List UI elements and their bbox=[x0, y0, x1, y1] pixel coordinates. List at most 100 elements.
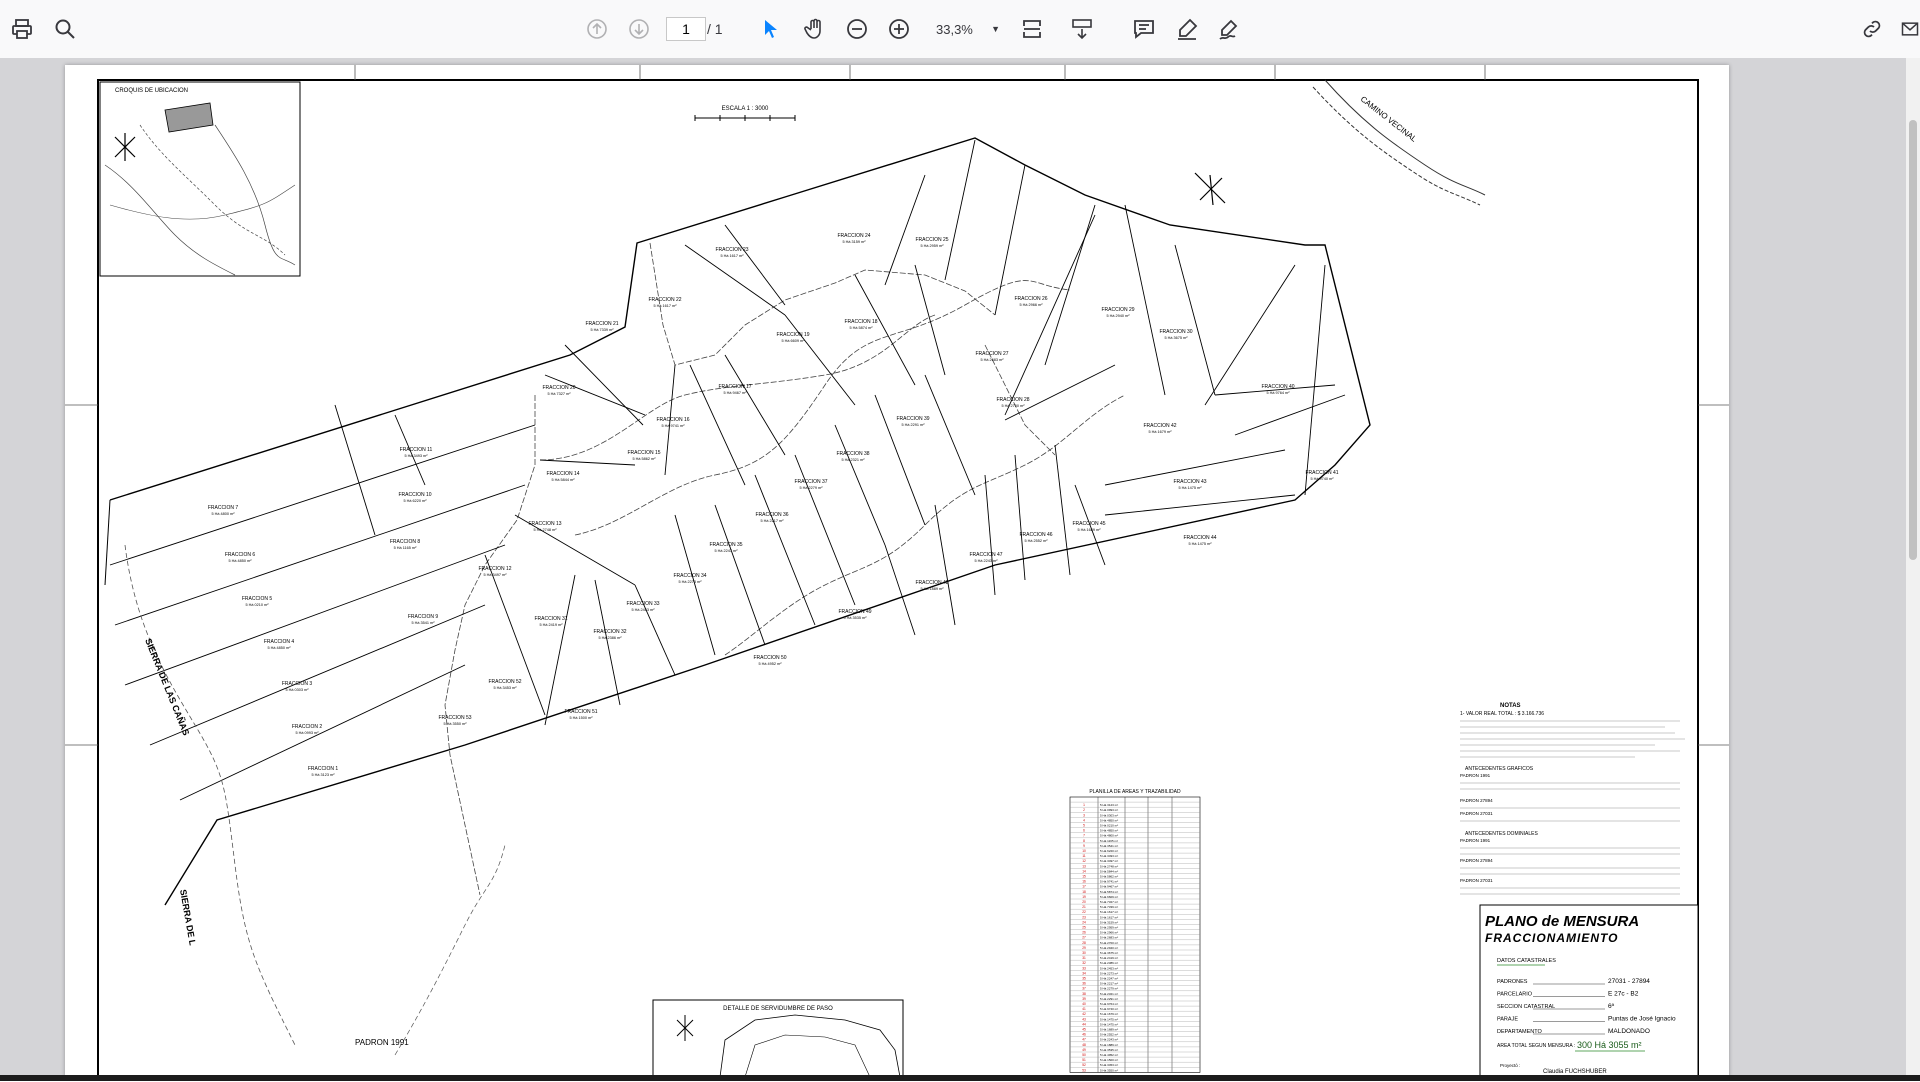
hand-icon[interactable] bbox=[800, 14, 830, 44]
table-row-number: 39 bbox=[1082, 997, 1086, 1001]
fraction-area: 5 Há 2291 m² bbox=[901, 423, 925, 427]
share-icon[interactable] bbox=[1857, 14, 1887, 44]
fraction-name: FRACCION 6 bbox=[225, 552, 256, 558]
table-row-number: 8 bbox=[1083, 839, 1085, 843]
fraction-area: 5 Há 6609 m² bbox=[781, 339, 805, 343]
fraction-area: 5 Há 4850 m² bbox=[267, 646, 291, 650]
table-row-number: 30 bbox=[1082, 951, 1086, 955]
fraction-area: 5 Há 1475 m² bbox=[1178, 486, 1202, 490]
fraction-name: FRACCION 18 bbox=[844, 319, 877, 325]
table-row-area: 5 Há 1679 m² bbox=[1100, 1012, 1118, 1016]
fraction-area: 5 Há 9467 m² bbox=[723, 391, 747, 395]
table-row-number: 28 bbox=[1082, 941, 1086, 945]
note-9: PADRON 27031 bbox=[1460, 878, 1493, 883]
scroll-mode-icon[interactable] bbox=[1067, 14, 1097, 44]
table-row-area: 5 Há 1617 m² bbox=[1100, 910, 1118, 914]
fraction-name: FRACCION 20 bbox=[542, 385, 575, 391]
fraction-area: 5 Há 2453 m² bbox=[631, 608, 655, 612]
zoom-in-icon[interactable] bbox=[884, 14, 914, 44]
table-row-area: 5 Há 0993 m² bbox=[1100, 808, 1118, 812]
table-row-number: 25 bbox=[1082, 926, 1086, 930]
fraction-area: 5 Há 9740 m² bbox=[1310, 477, 1334, 481]
page-number-input[interactable] bbox=[666, 17, 706, 41]
table-row-number: 12 bbox=[1082, 859, 1086, 863]
highlight-icon[interactable] bbox=[1172, 14, 1202, 44]
scrollbar-thumb[interactable] bbox=[1909, 120, 1917, 560]
table-row-area: 5 Há 1617 m² bbox=[1100, 915, 1118, 919]
sign-icon[interactable] bbox=[1214, 14, 1244, 44]
fold-marks bbox=[65, 65, 1729, 746]
table-row-area: 5 Há 2683 m² bbox=[1100, 936, 1118, 940]
arrow-down-icon[interactable] bbox=[624, 14, 654, 44]
table-row-number: 13 bbox=[1082, 864, 1086, 868]
vertical-scrollbar[interactable] bbox=[1906, 58, 1920, 1077]
table-row-number: 6 bbox=[1083, 829, 1085, 833]
chevron-down-icon: ▼ bbox=[991, 24, 1000, 34]
table-row-area: 5 Há 2279 m² bbox=[1100, 987, 1118, 991]
fraction-name: FRACCION 35 bbox=[709, 542, 742, 548]
fraction-area: 5 Há 3675 m² bbox=[1164, 336, 1188, 340]
zoom-out-icon[interactable] bbox=[842, 14, 872, 44]
pointer-icon[interactable] bbox=[756, 14, 786, 44]
document-viewer[interactable]: CROQUIS DE UBICACION ESCALA 1 : 3000 CAM… bbox=[0, 58, 1920, 1078]
table-row-area: 5 Há 3123 m² bbox=[1100, 803, 1118, 807]
fraction-area: 5 Há 3550 m² bbox=[443, 722, 467, 726]
table-row-number: 22 bbox=[1082, 910, 1086, 914]
table-row-number: 3 bbox=[1083, 813, 1085, 817]
scale-label: ESCALA 1 : 3000 bbox=[722, 106, 769, 112]
fraction-name: FRACCION 2 bbox=[292, 724, 323, 730]
comment-icon[interactable] bbox=[1129, 14, 1159, 44]
fit-page-icon[interactable] bbox=[1017, 14, 1047, 44]
table-row-area: 5 Há 2291 m² bbox=[1100, 997, 1118, 1001]
table-row-number: 7 bbox=[1083, 834, 1085, 838]
mail-icon[interactable] bbox=[1900, 14, 1920, 44]
road-label: CAMINO VECINAL bbox=[1359, 94, 1419, 144]
table-row-area: 5 Há 3497 m² bbox=[1100, 859, 1118, 863]
note-2: ANTECEDENTES GRAFICOS bbox=[1465, 766, 1534, 772]
zoom-select[interactable]: 33,3% ▼ bbox=[930, 17, 1000, 41]
table-row-area: 5 Há 7339 m² bbox=[1100, 905, 1118, 909]
table-row-area: 5 Há 3453 m² bbox=[1100, 1063, 1118, 1067]
fraction-name: FRACCION 37 bbox=[794, 479, 827, 485]
fraction-area: 5 Há 1165 m² bbox=[394, 546, 417, 550]
fraction-name: FRACCION 50 bbox=[753, 655, 786, 661]
table-row-area: 5 Há 2453 m² bbox=[1100, 966, 1118, 970]
fraction-name: FRACCION 12 bbox=[478, 566, 511, 572]
notes-title: NOTAS bbox=[1500, 703, 1521, 709]
table-row-area: 5 Há 1165 m² bbox=[1100, 839, 1118, 843]
fraction-name: FRACCION 25 bbox=[915, 237, 948, 243]
table-row-number: 53 bbox=[1082, 1068, 1086, 1072]
fraction-area: 5 Há 3493 m² bbox=[404, 454, 428, 458]
title-row-label: PADRONES bbox=[1497, 979, 1528, 985]
fraction-area: 5 Há 1500 m² bbox=[569, 716, 593, 720]
area-table: PLANILLA DE AREAS Y TRAZABILIDAD 1 5 Há 3… bbox=[1069, 789, 1201, 1073]
table-row-number: 36 bbox=[1082, 982, 1086, 986]
fraction-name: FRACCION 42 bbox=[1143, 423, 1176, 429]
fraction-area: 5 Há 0993 m² bbox=[295, 731, 319, 735]
print-icon[interactable] bbox=[7, 14, 37, 44]
table-row-area: 5 Há 2243 m² bbox=[1100, 1038, 1118, 1042]
fraction-area: 5 Há 1889 m² bbox=[920, 587, 944, 591]
fraction-name: FRACCION 1 bbox=[308, 766, 339, 772]
table-row-area: 5 Há 9740 m² bbox=[1100, 1007, 1118, 1011]
note-7: PADRON 1991 bbox=[1460, 838, 1491, 843]
table-row-area: 5 Há 2940 m² bbox=[1100, 946, 1118, 950]
fraction-name: FRACCION 44 bbox=[1183, 535, 1216, 541]
table-row-area: 5 Há 3675 m² bbox=[1100, 951, 1118, 955]
table-row-area: 5 Há 7327 m² bbox=[1100, 900, 1118, 904]
search-icon[interactable] bbox=[50, 14, 80, 44]
arrow-up-icon[interactable] bbox=[582, 14, 612, 44]
fraction-name: FRACCION 5 bbox=[242, 596, 273, 602]
fraction-area: 5 Há 2321 m² bbox=[841, 458, 865, 462]
table-row-number: 18 bbox=[1082, 890, 1086, 894]
fraction-area: 5 Há 1689 m² bbox=[1077, 528, 1101, 532]
table-row-number: 11 bbox=[1082, 854, 1086, 858]
note-1: 1- VALOR REAL TOTAL : $ 3.166.736 bbox=[1460, 711, 1544, 717]
fraction-area: 5 Há 4952 m² bbox=[758, 662, 782, 666]
table-row-area: 5 Há 9741 m² bbox=[1100, 880, 1118, 884]
table-row-number: 37 bbox=[1082, 987, 1086, 991]
fraction-area: 5 Há 3453 m² bbox=[493, 686, 517, 690]
table-row-area: 5 Há 5844 m² bbox=[1100, 869, 1118, 873]
table-row-area: 5 Há 4800 m² bbox=[1100, 834, 1118, 838]
table-row-area: 5 Há 2386 m² bbox=[1100, 961, 1118, 965]
